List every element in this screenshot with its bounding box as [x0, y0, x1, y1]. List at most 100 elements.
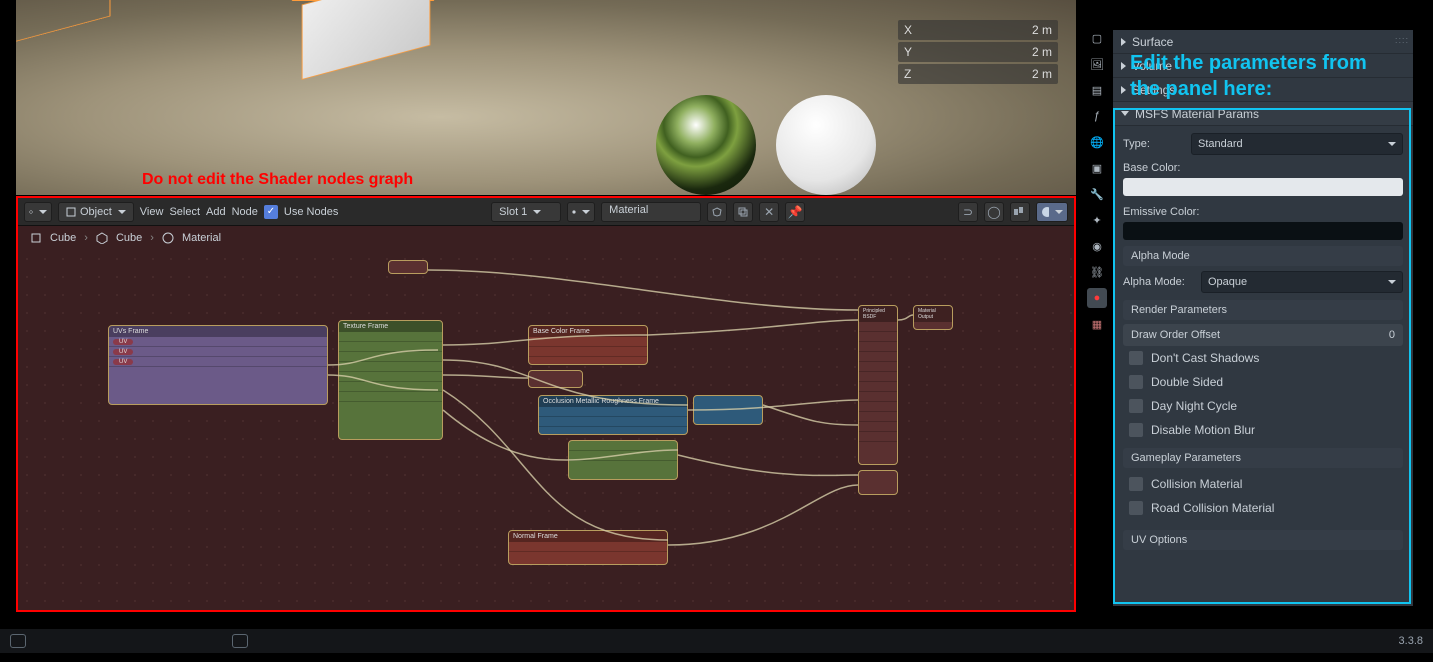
node-basecolor-frame[interactable]: Base Color Frame	[528, 325, 648, 365]
section-volume[interactable]: Volume	[1113, 54, 1413, 78]
properties-panel: Surface :::: Volume Settings MSFS Materi…	[1113, 30, 1413, 606]
dim-axis: Y	[904, 45, 912, 59]
section-settings[interactable]: Settings	[1113, 78, 1413, 102]
node-output-extra[interactable]	[858, 470, 898, 495]
material-name-input[interactable]: Material	[601, 202, 701, 222]
slot-dropdown[interactable]: Slot 1	[491, 202, 561, 222]
tab-output-icon[interactable]: 🖼	[1087, 54, 1107, 74]
magnet-icon: ⊃	[963, 205, 973, 219]
unlink-material-button[interactable]: ✕	[759, 202, 779, 222]
breadcrumb-item[interactable]: Cube	[50, 232, 76, 244]
check-dont-cast-shadows[interactable]: Don't Cast Shadows	[1123, 346, 1403, 370]
menu-select[interactable]: Select	[169, 206, 200, 218]
emissive-color-label: Emissive Color:	[1123, 206, 1403, 218]
use-nodes-checkbox[interactable]: ✓	[264, 205, 278, 219]
section-surface[interactable]: Surface ::::	[1113, 30, 1413, 54]
status-bar: 3.3.8	[0, 629, 1433, 653]
dim-value: 2 m	[1032, 23, 1052, 37]
menu-view[interactable]: View	[140, 206, 164, 218]
node-green-small[interactable]	[568, 440, 678, 480]
node-uvs-frame[interactable]: UVs Frame UVUVUV	[108, 325, 328, 405]
snap-icon: ◯	[987, 205, 1000, 219]
emissive-color-swatch[interactable]	[1123, 222, 1403, 240]
snap-button[interactable]: ⊃	[958, 202, 978, 222]
dim-axis: X	[904, 23, 912, 37]
tab-texture-icon[interactable]: ▦	[1087, 314, 1107, 334]
node-small-1[interactable]	[528, 370, 583, 388]
msfs-body: Type: Standard Base Color: Emissive Colo…	[1113, 126, 1413, 560]
node-material-output[interactable]: Material Output	[913, 305, 953, 330]
gameplay-params-header: Gameplay Parameters	[1123, 448, 1403, 468]
checkbox-icon	[1129, 375, 1143, 389]
tab-material-icon[interactable]: ●	[1087, 288, 1107, 308]
node-small-blue[interactable]	[693, 395, 763, 425]
tab-object-icon[interactable]: ▣	[1087, 158, 1107, 178]
snap-type-button[interactable]: ◯	[984, 202, 1004, 222]
breadcrumb-item[interactable]: Cube	[116, 232, 142, 244]
cube-object[interactable]	[303, 0, 430, 79]
checkbox-icon	[1129, 477, 1143, 491]
shading-mode-button[interactable]	[1036, 202, 1068, 222]
mouse-right-icon	[232, 634, 248, 648]
drag-handle-icon[interactable]: ::::	[1395, 35, 1409, 45]
check-road-collision-material[interactable]: Road Collision Material	[1123, 496, 1403, 520]
node-editor-icon	[29, 206, 33, 218]
draw-order-offset-field[interactable]: Draw Order Offset 0	[1123, 324, 1403, 346]
overlay-icon	[1014, 207, 1026, 217]
node-canvas[interactable]: UVs Frame UVUVUV Texture Frame Base Colo…	[18, 250, 1074, 610]
menu-add[interactable]: Add	[206, 206, 226, 218]
editor-type-dropdown[interactable]	[24, 202, 52, 222]
dim-value: 2 m	[1032, 45, 1052, 59]
dim-row[interactable]: Y 2 m	[898, 42, 1058, 62]
duplicate-material-button[interactable]	[733, 202, 753, 222]
check-disable-motion-blur[interactable]: Disable Motion Blur	[1123, 418, 1403, 442]
base-color-swatch[interactable]	[1123, 178, 1403, 196]
annotation-red-warning: Do not edit the Shader nodes graph	[142, 171, 413, 189]
breadcrumb-item[interactable]: Material	[182, 232, 221, 244]
fake-user-button[interactable]	[707, 202, 727, 222]
tab-viewlayer-icon[interactable]: ▤	[1087, 80, 1107, 100]
section-msfs-params[interactable]: MSFS Material Params ::::	[1113, 102, 1413, 126]
tab-world-icon[interactable]: 🌐	[1087, 132, 1107, 152]
mouse-left-icon	[10, 634, 26, 648]
viewport-3d[interactable]: X 2 m Y 2 m Z 2 m	[16, 0, 1076, 195]
breadcrumb: Cube › Cube › Material	[18, 226, 1074, 250]
node-bsdf[interactable]: Principled BSDF	[858, 305, 898, 465]
dim-axis: Z	[904, 67, 911, 81]
checkbox-icon	[1129, 351, 1143, 365]
node-omr-frame[interactable]: Occlusion Metallic Roughness Frame	[538, 395, 688, 435]
check-collision-material[interactable]: Collision Material	[1123, 472, 1403, 496]
pin-button[interactable]: 📌	[785, 202, 805, 222]
material-preview-sphere-env	[656, 95, 756, 195]
chevron-down-icon	[1121, 111, 1129, 116]
menu-node[interactable]: Node	[232, 206, 258, 218]
alpha-mode-dropdown[interactable]: Opaque	[1201, 271, 1403, 293]
tab-modifier-icon[interactable]: 🔧	[1087, 184, 1107, 204]
chevron-right-icon	[1121, 62, 1126, 70]
render-params-header: Render Parameters	[1123, 300, 1403, 320]
dim-row[interactable]: Z 2 m	[898, 64, 1058, 84]
overlay-button[interactable]	[1010, 202, 1030, 222]
chevron-right-icon	[1121, 86, 1126, 94]
check-double-sided[interactable]: Double Sided	[1123, 370, 1403, 394]
tab-particles-icon[interactable]: ✦	[1087, 210, 1107, 230]
material-icon	[162, 232, 174, 244]
type-dropdown[interactable]: Standard	[1191, 133, 1403, 155]
version-text: 3.3.8	[1399, 635, 1423, 647]
shading-sphere-icon	[1041, 206, 1049, 218]
tab-scene-icon[interactable]: ƒ	[1087, 106, 1107, 126]
use-nodes-label: Use Nodes	[284, 206, 338, 218]
dim-row[interactable]: X 2 m	[898, 20, 1058, 40]
dimensions-overlay: X 2 m Y 2 m Z 2 m	[898, 20, 1058, 86]
material-browse-dropdown[interactable]	[567, 202, 595, 222]
node-reroute[interactable]	[388, 260, 428, 274]
shield-icon	[712, 207, 722, 217]
tab-constraints-icon[interactable]: ⛓	[1087, 262, 1107, 282]
node-texture-frame[interactable]: Texture Frame	[338, 320, 443, 440]
check-day-night-cycle[interactable]: Day Night Cycle	[1123, 394, 1403, 418]
node-normal-frame[interactable]: Normal Frame	[508, 530, 668, 565]
mode-dropdown[interactable]: Object	[58, 202, 134, 222]
tab-physics-icon[interactable]: ◉	[1087, 236, 1107, 256]
tab-render-icon[interactable]: ▢	[1087, 28, 1107, 48]
shader-node-editor[interactable]: Object View Select Add Node ✓ Use Nodes …	[16, 196, 1076, 612]
